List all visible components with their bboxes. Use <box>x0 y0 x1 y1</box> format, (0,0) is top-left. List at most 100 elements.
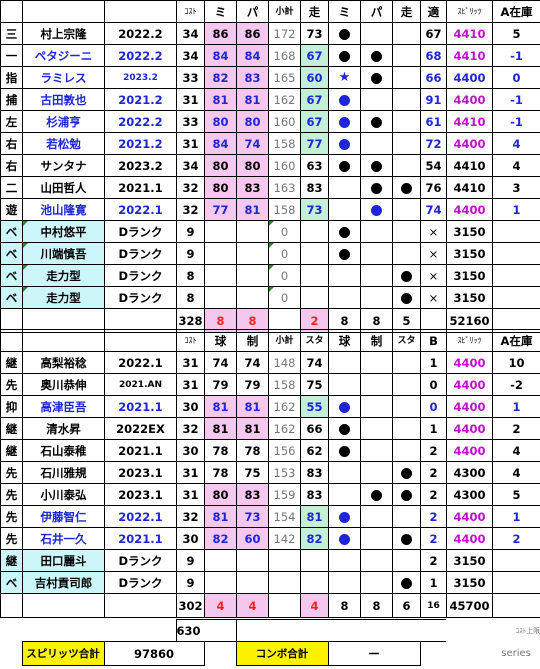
special-run <box>392 88 421 111</box>
black-dot-icon <box>339 28 350 40</box>
position: 継 <box>0 351 23 374</box>
subtotal <box>268 571 301 594</box>
cost: 31 <box>176 483 205 506</box>
spirits: 3150 <box>446 286 493 309</box>
special-pa <box>360 154 393 177</box>
black-dot-icon <box>339 160 350 172</box>
card-version: 2023.1 <box>104 461 177 484</box>
player-name: 村上宗隆 <box>22 22 105 45</box>
header-mi-special: ミ <box>328 0 361 23</box>
special-run <box>392 220 421 243</box>
stat-run: 77 <box>300 132 329 155</box>
special-mi <box>328 220 361 243</box>
bullpen-count: 1 <box>420 417 447 440</box>
blue-star-icon: ★ <box>338 70 351 85</box>
stat-sta: 83 <box>300 483 329 506</box>
bullpen-count: 1 <box>420 571 447 594</box>
subtotal: 162 <box>268 88 301 111</box>
header-sta-special: スタ <box>392 329 421 352</box>
blue-dot-icon <box>339 533 350 545</box>
card-version: Dランク <box>104 549 177 572</box>
stat-sta: 66 <box>300 417 329 440</box>
stock: 10 <box>492 351 540 374</box>
pitcher-row: 継清水昇 2022EX 32 81 81 162 66 1 4400 2 <box>0 417 540 440</box>
player-name: 高梨裕稔 <box>22 351 105 374</box>
special-mi <box>328 22 361 45</box>
total-ball: 4 <box>204 593 237 618</box>
subtotal: 158 <box>268 132 301 155</box>
stat-pa: 86 <box>236 22 269 45</box>
special-pa <box>360 66 393 89</box>
special-mi <box>328 242 361 265</box>
batter-row: 指ラミレス 2023.2 33 82 83 165 60 ★ 66 4400 0 <box>0 66 540 89</box>
spirits: 4400 <box>446 198 493 221</box>
header-mi: ミ <box>204 0 237 23</box>
stat-sta: 81 <box>300 505 329 528</box>
position: ベ <box>0 220 23 243</box>
spirits: 4300 <box>446 483 493 506</box>
spirits: 3150 <box>446 549 493 572</box>
bullpen-count: 2 <box>420 483 447 506</box>
spirits: 4400 <box>446 527 493 550</box>
fit: 67 <box>420 22 447 45</box>
blank <box>492 593 540 618</box>
spirits: 4410 <box>446 110 493 133</box>
special-run <box>392 242 421 265</box>
stat-pa: 83 <box>236 176 269 199</box>
cost: 32 <box>176 198 205 221</box>
stat-ctrl: 78 <box>236 439 269 462</box>
black-dot-icon <box>401 533 412 545</box>
card-version: Dランク <box>104 571 177 594</box>
total-sta: 4 <box>300 593 329 618</box>
stat-mi: 84 <box>204 44 237 67</box>
batter-row: 左杉浦亨 2022.2 33 80 80 160 67 61 4410 -1 <box>0 110 540 133</box>
special-ctrl <box>360 571 393 594</box>
blank <box>0 593 23 618</box>
card-version: 2021.2 <box>104 132 177 155</box>
batter-row: 右若松勉 2021.2 31 84 74 158 77 72 4400 4 <box>0 132 540 155</box>
spirits: 4410 <box>446 44 493 67</box>
cost: 31 <box>176 88 205 111</box>
special-ball <box>328 351 361 374</box>
subtotal: 160 <box>268 110 301 133</box>
pitcher-table: ｺｽﾄ球制小計 スタ球制スタ B ｽﾋﾟﾘｯﾂ A在庫継高梨裕稔 2022.1 31 74 74… <box>0 329 540 618</box>
stock: 1 <box>492 198 540 221</box>
stock <box>492 549 540 572</box>
fit: × <box>420 242 447 265</box>
pitcher-row: 継石山泰稚 2021.1 30 78 78 156 62 2 4400 4 <box>0 439 540 462</box>
card-version: Dランク <box>104 286 177 309</box>
stat-ctrl: 73 <box>236 505 269 528</box>
stat-mi <box>204 286 237 309</box>
special-mi: ★ <box>328 66 361 89</box>
header-ball-special: 球 <box>328 329 361 352</box>
pitcher-row: 継田口麗斗 Dランク 9 2 3150 <box>0 549 540 572</box>
blank <box>104 593 177 618</box>
pitcher-row: 先奥川恭伸 2021.AN 31 79 79 158 75 0 4400 -2 <box>0 373 540 396</box>
stat-pa <box>236 220 269 243</box>
special-sta <box>392 351 421 374</box>
special-mi <box>328 198 361 221</box>
pitcher-totals-row: 302 4 4 4 8 8 6 16 45700 <box>0 593 540 618</box>
stat-run <box>300 242 329 265</box>
player-name: 高津臣吾 <box>22 395 105 418</box>
stock: 3 <box>492 176 540 199</box>
special-pa <box>360 22 393 45</box>
black-dot-icon <box>401 489 412 501</box>
stat-pa: 84 <box>236 44 269 67</box>
stat-ball: 81 <box>204 395 237 418</box>
batter-row: 三村上宗隆 2022.2 34 86 86 172 73 67 4410 5 <box>0 22 540 45</box>
position: 継 <box>0 417 23 440</box>
header-stock: A在庫 <box>492 0 540 23</box>
header-ctrl: 制 <box>236 329 269 352</box>
stat-ctrl: 79 <box>236 373 269 396</box>
stock: 4 <box>492 461 540 484</box>
fit: 61 <box>420 110 447 133</box>
special-ctrl <box>360 395 393 418</box>
stat-pa: 81 <box>236 198 269 221</box>
stat-run <box>300 264 329 287</box>
spirits: 4400 <box>446 505 493 528</box>
special-pa <box>360 220 393 243</box>
spirits-total-value: 97860 <box>103 641 205 666</box>
stat-mi: 77 <box>204 198 237 221</box>
player-name: 奥川恭伸 <box>22 373 105 396</box>
